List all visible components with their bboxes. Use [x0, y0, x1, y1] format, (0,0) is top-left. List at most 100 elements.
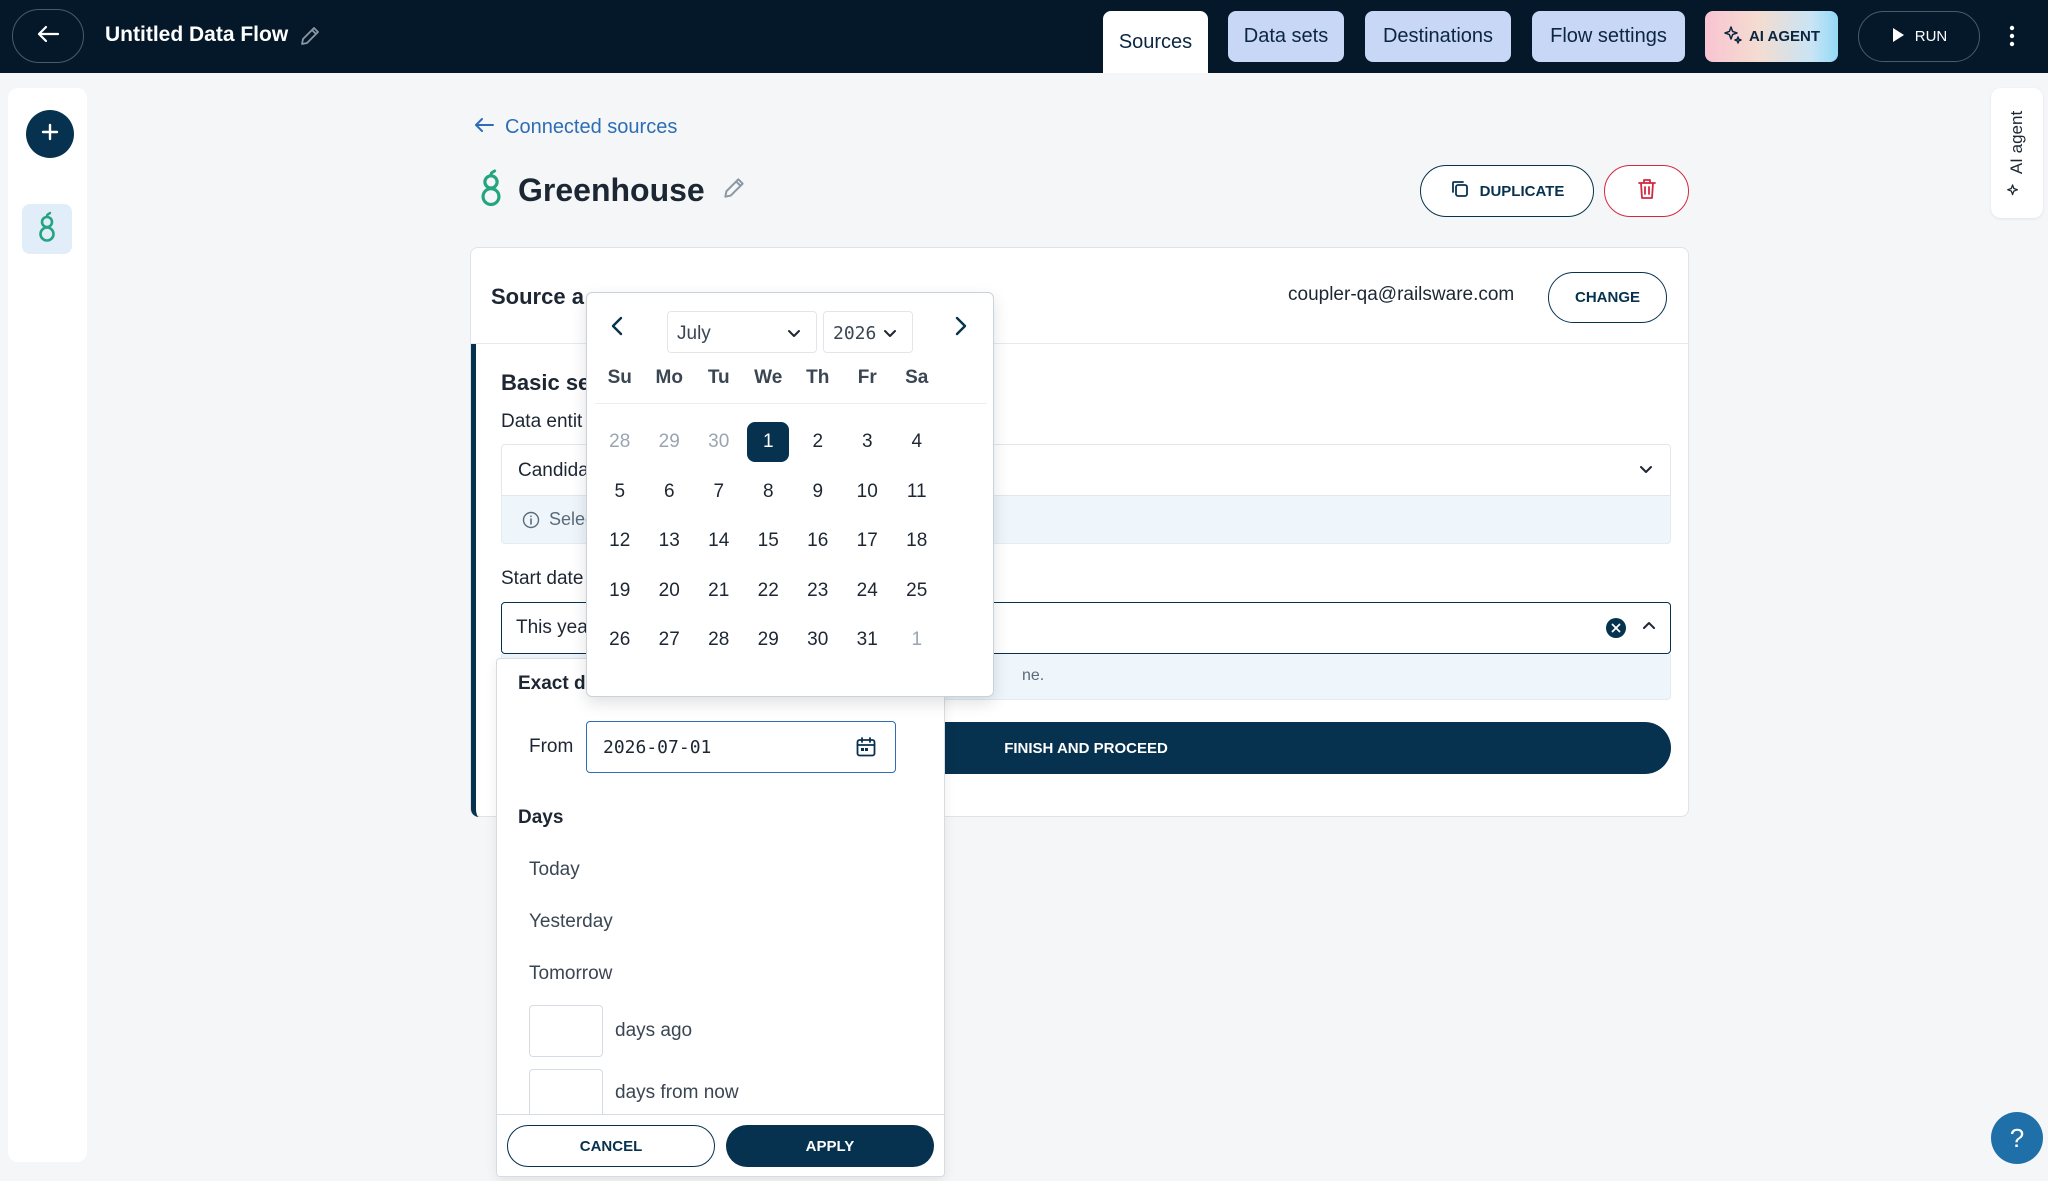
calendar-day[interactable]: 19 [599, 571, 641, 611]
calendar-day[interactable]: 5 [599, 472, 641, 512]
calendar-day-cell: 27 [645, 620, 695, 670]
breadcrumb-connected-sources[interactable]: Connected sources [473, 116, 677, 139]
ai-agent-side-tab[interactable]: AI agent [1991, 88, 2043, 218]
calendar-day[interactable]: 15 [747, 521, 789, 561]
weekday-label: Tu [707, 367, 730, 388]
calendar-day[interactable]: 12 [599, 521, 641, 561]
run-button[interactable]: RUN [1858, 11, 1980, 62]
calendar-day[interactable]: 30 [698, 422, 740, 462]
calendar-day[interactable]: 31 [846, 620, 888, 660]
calendar-day-cell: 12 [595, 521, 645, 571]
calendar-day-cell: 26 [595, 620, 645, 670]
from-label: From [529, 736, 574, 757]
calendar-day[interactable]: 9 [797, 472, 839, 512]
calendar-day[interactable]: 30 [797, 620, 839, 660]
apply-button[interactable]: APPLY [726, 1125, 934, 1167]
tab-destinations[interactable]: Destinations [1365, 11, 1511, 62]
start-date-hint-text: ne. [1022, 667, 1045, 684]
more-options-icon[interactable] [2000, 18, 2024, 54]
help-button[interactable]: ? [1991, 1112, 2043, 1164]
cancel-button[interactable]: CANCEL [507, 1125, 715, 1167]
month-select[interactable]: July [667, 311, 817, 353]
data-entity-value: Candida [518, 460, 589, 481]
calendar-day[interactable]: 21 [698, 571, 740, 611]
previous-month-button[interactable] [603, 313, 631, 343]
tab-label: Destinations [1382, 25, 1494, 47]
ai-agent-button[interactable]: AI AGENT [1705, 11, 1838, 62]
change-account-button[interactable]: CHANGE [1548, 272, 1667, 323]
add-source-button[interactable] [26, 110, 74, 158]
tab-data-sets[interactable]: Data sets [1228, 11, 1344, 62]
calendar-day[interactable]: 29 [747, 620, 789, 660]
from-date-input[interactable]: 2026-07-01 [586, 721, 896, 773]
calendar-day[interactable]: 28 [698, 620, 740, 660]
breadcrumb-label: Connected sources [505, 116, 678, 138]
delete-button[interactable] [1604, 165, 1689, 217]
calendar-day[interactable]: 29 [648, 422, 690, 462]
calendar-day[interactable]: 22 [747, 571, 789, 611]
days-ago-input[interactable] [529, 1005, 603, 1057]
calendar-day-cell: 28 [595, 422, 645, 472]
calendar-day[interactable]: 8 [747, 472, 789, 512]
option-yesterday[interactable]: Yesterday [529, 911, 613, 933]
calendar-day-cell: 28 [694, 620, 744, 670]
tab-label: Sources [1118, 30, 1193, 53]
basic-settings-title: Basic se [501, 370, 591, 395]
sidebar-item-greenhouse[interactable] [22, 204, 72, 254]
cancel-label: CANCEL [579, 1137, 643, 1155]
calendar-day[interactable]: 20 [648, 571, 690, 611]
calendar-day-cell: 7 [694, 472, 744, 522]
calendar-day[interactable]: 1 [896, 620, 938, 660]
days-heading: Days [518, 807, 564, 828]
calendar-day[interactable]: 7 [698, 472, 740, 512]
plus-icon [41, 123, 59, 146]
calendar-day[interactable]: 2 [797, 422, 839, 462]
calendar-day[interactable]: 3 [846, 422, 888, 462]
calendar-day-cell: 1 [892, 620, 942, 670]
calendar-day[interactable]: 24 [846, 571, 888, 611]
sparkle-icon [2007, 180, 2028, 196]
calendar-day-cell: 29 [645, 422, 695, 472]
calendar-day[interactable]: 27 [648, 620, 690, 660]
calendar-day-cell: 20 [645, 571, 695, 621]
calendar-day[interactable]: 26 [599, 620, 641, 660]
weekday-label: Su [607, 367, 632, 388]
calendar-day[interactable]: 11 [896, 472, 938, 512]
clear-icon[interactable] [1605, 617, 1627, 644]
left-rail [8, 88, 87, 1162]
calendar-day[interactable]: 16 [797, 521, 839, 561]
calendar-day[interactable]: 4 [896, 422, 938, 462]
year-select[interactable]: 2026 [823, 311, 913, 353]
calendar-day[interactable]: 6 [648, 472, 690, 512]
next-month-button[interactable] [947, 313, 975, 343]
source-name: Greenhouse [518, 172, 705, 208]
chevron-up-icon[interactable] [1641, 618, 1657, 639]
calendar-icon[interactable] [855, 736, 877, 763]
calendar-day[interactable]: 28 [599, 422, 641, 462]
calendar-day-cell: 1 [744, 422, 794, 472]
calendar-day-cell: 2 [793, 422, 843, 472]
days-from-now-label: days from now [615, 1082, 739, 1103]
calendar-day[interactable]: 13 [648, 521, 690, 561]
calendar-day-cell: 25 [892, 571, 942, 621]
calendar-day[interactable]: 10 [846, 472, 888, 512]
source-account-label: Source a [491, 284, 584, 309]
calendar-day[interactable]: 25 [896, 571, 938, 611]
calendar-day-selected[interactable]: 1 [747, 422, 790, 462]
back-button[interactable] [12, 9, 84, 63]
calendar-day[interactable]: 14 [698, 521, 740, 561]
calendar-day[interactable]: 17 [846, 521, 888, 561]
option-tomorrow[interactable]: Tomorrow [529, 963, 612, 985]
calendar-day[interactable]: 18 [896, 521, 938, 561]
tab-sources[interactable]: Sources [1103, 11, 1208, 73]
duplicate-button[interactable]: DUPLICATE [1420, 165, 1594, 217]
sparkle-icon [1723, 25, 1743, 49]
calendar-day[interactable]: 23 [797, 571, 839, 611]
edit-pencil-icon[interactable] [298, 24, 322, 53]
data-entity-label: Data entit [501, 411, 583, 432]
edit-pencil-icon[interactable] [721, 175, 747, 206]
tab-flow-settings[interactable]: Flow settings [1532, 11, 1685, 62]
chevron-left-icon [610, 316, 624, 341]
tab-label: Data sets [1243, 25, 1329, 47]
option-today[interactable]: Today [529, 859, 580, 881]
